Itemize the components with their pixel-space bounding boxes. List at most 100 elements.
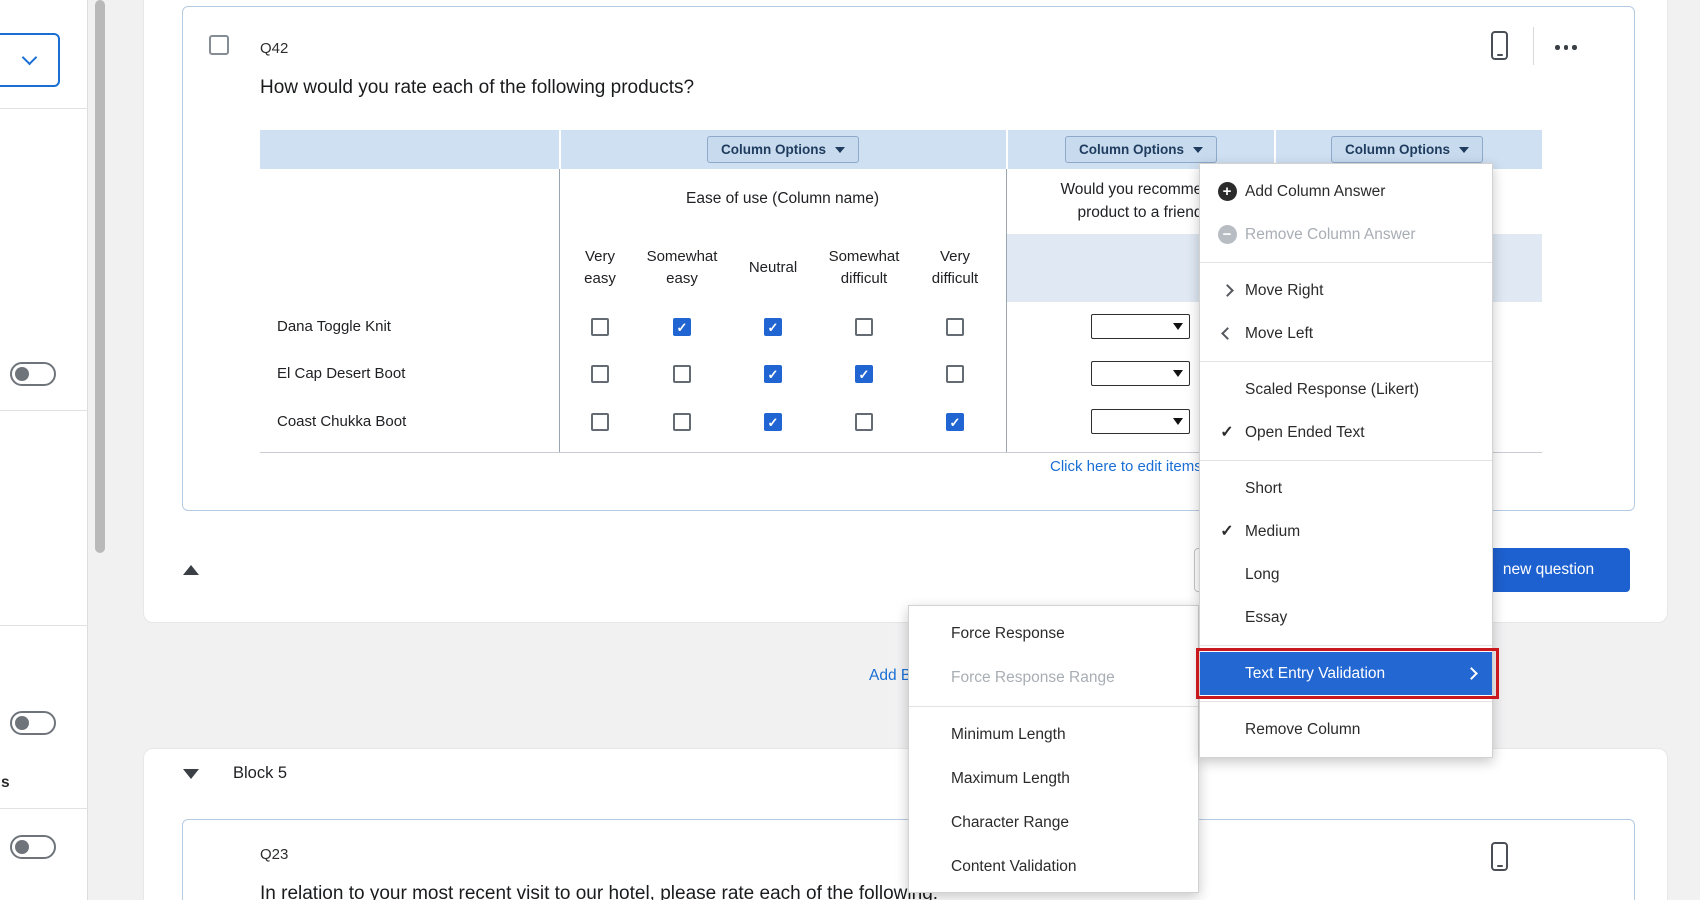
menu-item-label: Medium: [1245, 523, 1300, 541]
matrix-checkbox[interactable]: ✓: [855, 365, 873, 383]
mobile-preview-icon[interactable]: [1491, 31, 1508, 60]
column-options-button-2[interactable]: Column Options: [1065, 136, 1217, 163]
menu-item-remove-column-answer: − Remove Column Answer: [1200, 213, 1492, 256]
menu-item-force-response[interactable]: Force Response: [909, 612, 1198, 656]
menu-item-label: Remove Column: [1245, 721, 1360, 739]
menu-item-maximum-length[interactable]: Maximum Length: [909, 757, 1198, 801]
menu-item-essay[interactable]: Essay: [1200, 596, 1492, 639]
question-select-checkbox[interactable]: [209, 35, 229, 55]
scale-point-label[interactable]: Very difficult: [905, 237, 1005, 299]
select-caret-icon: [1173, 418, 1183, 425]
header-divider: [1533, 27, 1534, 65]
minus-circle-icon: −: [1218, 225, 1237, 244]
caret-down-icon: [835, 147, 845, 153]
menu-item-content-validation[interactable]: Content Validation: [909, 845, 1198, 889]
matrix-row-label[interactable]: Coast Chukka Boot: [277, 412, 406, 432]
menu-item-label: Long: [1245, 566, 1279, 584]
check-icon: ✓: [768, 368, 779, 381]
survey-editor-page: s Q42 How would you rate each of the fol…: [0, 0, 1700, 900]
menu-item-scaled-response[interactable]: Scaled Response (Likert): [1200, 368, 1492, 411]
sidebar-toggle-1[interactable]: [10, 362, 56, 386]
menu-divider: [1200, 361, 1492, 362]
menu-item-label: Add Column Answer: [1245, 183, 1385, 201]
question-id: Q23: [260, 846, 288, 863]
menu-item-label: Minimum Length: [951, 726, 1066, 744]
column-options-button-1[interactable]: Column Options: [707, 136, 859, 163]
block-title[interactable]: Block 5: [233, 764, 287, 783]
mobile-preview-icon[interactable]: [1491, 842, 1508, 871]
scrollbar[interactable]: [95, 0, 105, 553]
sidebar-dropdown[interactable]: [0, 33, 60, 87]
menu-item-label: Force Response Range: [951, 669, 1115, 687]
column-options-label: Column Options: [1345, 142, 1450, 157]
column-options-label: Column Options: [1079, 142, 1184, 157]
matrix-checkbox[interactable]: ✓: [673, 318, 691, 336]
sidebar-divider: [0, 808, 88, 809]
matrix-checkbox[interactable]: ✓: [591, 413, 609, 431]
menu-item-minimum-length[interactable]: Minimum Length: [909, 713, 1198, 757]
menu-item-text-entry-validation[interactable]: Text Entry Validation: [1200, 652, 1492, 695]
scale-point-label[interactable]: Somewhat easy: [632, 237, 732, 299]
sidebar-divider: [0, 108, 88, 109]
menu-item-open-ended-text[interactable]: ✓ Open Ended Text: [1200, 411, 1492, 454]
matrix-checkbox[interactable]: ✓: [946, 413, 964, 431]
check-icon: ✓: [768, 416, 779, 429]
caret-down-icon: [1193, 147, 1203, 153]
matrix-checkbox[interactable]: ✓: [591, 318, 609, 336]
matrix-checkbox[interactable]: ✓: [946, 365, 964, 383]
expand-block-icon[interactable]: [183, 769, 199, 779]
menu-item-long[interactable]: Long: [1200, 553, 1492, 596]
matrix-row-label[interactable]: El Cap Desert Boot: [277, 364, 405, 384]
checkmark-icon: ✓: [1220, 425, 1233, 441]
question-options-icon[interactable]: [1555, 45, 1577, 50]
menu-item-remove-column[interactable]: Remove Column: [1200, 708, 1492, 751]
sidebar-cut-label: s: [1, 774, 10, 792]
check-icon: ✓: [677, 321, 688, 334]
sidebar-toggle-3[interactable]: [10, 835, 56, 859]
check-icon: ✓: [950, 416, 961, 429]
menu-divider: [1200, 645, 1492, 646]
matrix-row-label[interactable]: Dana Toggle Knit: [277, 317, 391, 337]
matrix-checkbox[interactable]: ✓: [764, 365, 782, 383]
menu-item-label: Move Right: [1245, 282, 1323, 300]
column-options-menu: + Add Column Answer − Remove Column Answ…: [1199, 163, 1493, 758]
text-entry-validation-submenu: Force Response Force Response Range Mini…: [908, 605, 1199, 893]
menu-item-add-column-answer[interactable]: + Add Column Answer: [1200, 170, 1492, 213]
table-vline: [559, 169, 560, 452]
table-separator: [559, 130, 561, 169]
column-answer-select[interactable]: [1091, 314, 1190, 339]
menu-item-label: Essay: [1245, 609, 1287, 627]
matrix-checkbox[interactable]: ✓: [764, 413, 782, 431]
question-text: In relation to your most recent visit to…: [260, 883, 938, 900]
scale-point-label[interactable]: Neutral: [723, 237, 823, 299]
matrix-checkbox[interactable]: ✓: [764, 318, 782, 336]
menu-item-move-right[interactable]: Move Right: [1200, 269, 1492, 312]
checkmark-icon: ✓: [1220, 524, 1233, 540]
menu-divider: [1200, 701, 1492, 702]
matrix-checkbox[interactable]: ✓: [673, 365, 691, 383]
menu-item-label: Scaled Response (Likert): [1245, 381, 1419, 399]
caret-down-icon: [1459, 147, 1469, 153]
matrix-checkbox[interactable]: ✓: [591, 365, 609, 383]
matrix-checkbox[interactable]: ✓: [946, 318, 964, 336]
column-answer-select[interactable]: [1091, 409, 1190, 434]
menu-divider: [1200, 460, 1492, 461]
menu-item-label: Character Range: [951, 814, 1069, 832]
sidebar-toggle-2[interactable]: [10, 711, 56, 735]
column-group-name-1[interactable]: Ease of use (Column name): [559, 190, 1006, 208]
chevron-left-icon: [1221, 327, 1234, 340]
menu-item-short[interactable]: Short: [1200, 467, 1492, 510]
menu-item-label: Content Validation: [951, 858, 1077, 876]
scale-point-label[interactable]: Somewhat difficult: [814, 237, 914, 299]
column-options-button-3[interactable]: Column Options: [1331, 136, 1483, 163]
menu-item-move-left[interactable]: Move Left: [1200, 312, 1492, 355]
matrix-checkbox[interactable]: ✓: [855, 413, 873, 431]
matrix-checkbox[interactable]: ✓: [855, 318, 873, 336]
menu-item-character-range[interactable]: Character Range: [909, 801, 1198, 845]
collapse-block-icon[interactable]: [183, 565, 199, 575]
menu-item-medium[interactable]: ✓ Medium: [1200, 510, 1492, 553]
menu-divider: [1200, 262, 1492, 263]
matrix-checkbox[interactable]: ✓: [673, 413, 691, 431]
edit-items-link[interactable]: Click here to edit items: [1050, 458, 1202, 475]
column-answer-select[interactable]: [1091, 361, 1190, 386]
